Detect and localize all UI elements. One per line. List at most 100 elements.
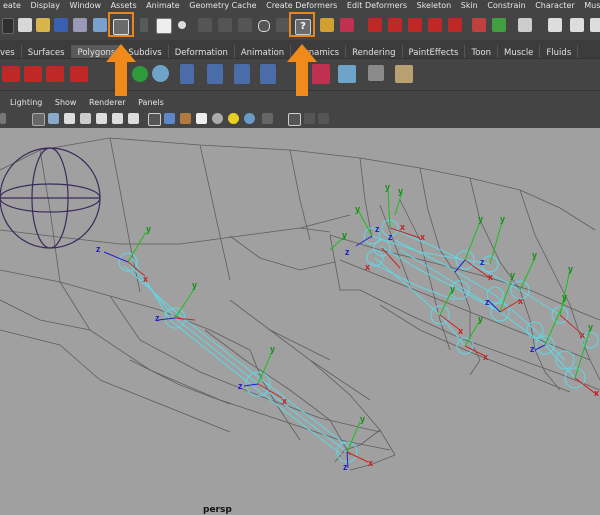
axis-label-z: z xyxy=(345,247,350,257)
axis-label-x: x xyxy=(518,296,523,306)
axis-label-y: y xyxy=(355,204,360,214)
select-by-rendering-icon[interactable] xyxy=(276,18,290,32)
select-by-handle-icon[interactable] xyxy=(156,18,172,34)
axis-label-x: x xyxy=(594,388,599,398)
menu-muscle[interactable]: Muscle xyxy=(581,0,600,11)
panel-menu-renderer[interactable]: Renderer xyxy=(89,96,126,109)
render-view-icon[interactable] xyxy=(548,18,562,32)
axis-label-z: z xyxy=(530,344,535,354)
y-axes xyxy=(127,189,591,453)
wrap-deformer-icon[interactable] xyxy=(338,65,356,83)
menu-skin[interactable]: Skin xyxy=(458,0,482,11)
camera-icon[interactable] xyxy=(2,66,20,82)
tab-deformation[interactable]: Deformation xyxy=(169,45,235,58)
tab-painteffects[interactable]: PaintEffects xyxy=(403,45,466,58)
xray-joints-icon[interactable] xyxy=(318,113,329,124)
tab-toon[interactable]: Toon xyxy=(465,45,498,58)
menu-set-icon[interactable] xyxy=(2,18,14,34)
axis-label-x: x xyxy=(458,326,463,336)
menu-create-deformers[interactable]: Create Deformers xyxy=(263,0,341,11)
menu-assets[interactable]: Assets xyxy=(108,0,141,11)
smooth-shade-icon[interactable] xyxy=(48,113,59,124)
camera-attributes-icon[interactable] xyxy=(0,113,6,124)
select-by-deformation-icon[interactable] xyxy=(238,18,252,32)
panel-menu-lighting[interactable]: Lighting xyxy=(10,96,42,109)
checker-icon[interactable] xyxy=(196,113,207,124)
menu-animate[interactable]: Animate xyxy=(143,0,184,11)
input-output-icon[interactable] xyxy=(492,18,506,32)
bind-skin-icon[interactable] xyxy=(260,64,276,84)
new-scene-icon[interactable] xyxy=(18,18,32,32)
z-axes xyxy=(103,235,546,469)
axis-label-y: y xyxy=(478,214,483,224)
construction-history-icon[interactable] xyxy=(518,18,532,32)
ik-spline-icon[interactable] xyxy=(234,64,250,84)
all-lights-icon[interactable] xyxy=(228,113,239,124)
points-icon[interactable] xyxy=(128,113,139,124)
wireframe-icon[interactable] xyxy=(32,113,45,126)
snap-curve-icon[interactable] xyxy=(368,18,382,32)
texture-icon[interactable] xyxy=(96,113,107,124)
flat-shade-icon[interactable] xyxy=(80,113,91,124)
joint-tool-icon[interactable] xyxy=(180,64,194,84)
ipr-render-icon[interactable] xyxy=(590,18,600,32)
snap-grid-highlight xyxy=(108,12,134,37)
menu-character[interactable]: Character xyxy=(532,0,579,11)
tab-curves[interactable]: ves xyxy=(0,45,22,58)
panel-menu-panels[interactable]: Panels xyxy=(138,96,164,109)
select-by-dynamics-icon[interactable] xyxy=(258,20,270,32)
menu-create[interactable]: eate xyxy=(0,0,25,11)
select-hierarchy-icon[interactable] xyxy=(73,18,87,32)
menu-geometry-cache[interactable]: Geometry Cache xyxy=(186,0,260,11)
menu-window[interactable]: Window xyxy=(66,0,105,11)
isolate-select-icon[interactable] xyxy=(288,113,301,126)
shaded-cube-icon[interactable] xyxy=(164,113,175,124)
xray-icon[interactable] xyxy=(304,113,315,124)
bounding-box-icon[interactable] xyxy=(112,113,123,124)
lock-selection-icon[interactable] xyxy=(140,18,148,32)
lock-icon[interactable] xyxy=(320,18,334,32)
panel-menu-show[interactable]: Show xyxy=(55,96,77,109)
wireframe-on-shaded-icon[interactable] xyxy=(64,113,75,124)
history-icon[interactable] xyxy=(472,18,486,32)
tab-fluids[interactable]: Fluids xyxy=(540,45,579,58)
camera-aim-icon[interactable] xyxy=(24,66,42,82)
shadows-icon[interactable] xyxy=(244,113,255,124)
tab-surfaces[interactable]: Surfaces xyxy=(22,45,72,58)
select-by-joint-icon[interactable] xyxy=(178,21,186,29)
select-by-curve-icon[interactable] xyxy=(198,18,212,32)
open-scene-icon[interactable] xyxy=(36,18,50,32)
tab-rendering[interactable]: Rendering xyxy=(346,45,403,58)
menu-edit-deformers[interactable]: Edit Deformers xyxy=(344,0,411,11)
tab-muscle[interactable]: Muscle xyxy=(498,45,541,58)
save-scene-icon[interactable] xyxy=(54,18,68,32)
sphere-icon[interactable] xyxy=(152,65,169,82)
cube-icon[interactable] xyxy=(368,65,384,81)
rivet-icon[interactable] xyxy=(70,66,88,82)
select-object-icon[interactable] xyxy=(93,18,107,32)
menu-skeleton[interactable]: Skeleton xyxy=(414,0,456,11)
paint-weights-icon[interactable] xyxy=(395,65,413,83)
axis-label-z: z xyxy=(155,313,160,323)
perspective-viewport[interactable]: z y x z y z y x z y x y y y z z x x z x … xyxy=(0,128,600,515)
default-light-icon[interactable] xyxy=(212,113,223,124)
sphere-control xyxy=(0,147,101,249)
menu-display[interactable]: Display xyxy=(27,0,64,11)
select-by-surface-icon[interactable] xyxy=(218,18,232,32)
snap-grid-icon[interactable] xyxy=(340,18,354,32)
camera-aim-up-icon[interactable] xyxy=(46,66,64,82)
hud-icon[interactable] xyxy=(262,113,273,124)
menu-constrain[interactable]: Constrain xyxy=(484,0,529,11)
ik-handle-icon[interactable] xyxy=(207,64,223,84)
textured-cube-icon[interactable] xyxy=(180,113,191,124)
axis-label-x: x xyxy=(420,232,425,242)
snap-view-plane-icon[interactable] xyxy=(408,18,422,32)
wire-cube-icon[interactable] xyxy=(148,113,161,126)
make-live-icon[interactable] xyxy=(428,18,442,32)
magnet-icon[interactable] xyxy=(448,18,462,32)
snap-point-icon[interactable] xyxy=(388,18,402,32)
axis-label-y: y xyxy=(532,250,537,260)
tab-animation[interactable]: Animation xyxy=(235,45,292,58)
axis-label-z: z xyxy=(238,381,243,391)
render-current-icon[interactable] xyxy=(570,18,584,32)
